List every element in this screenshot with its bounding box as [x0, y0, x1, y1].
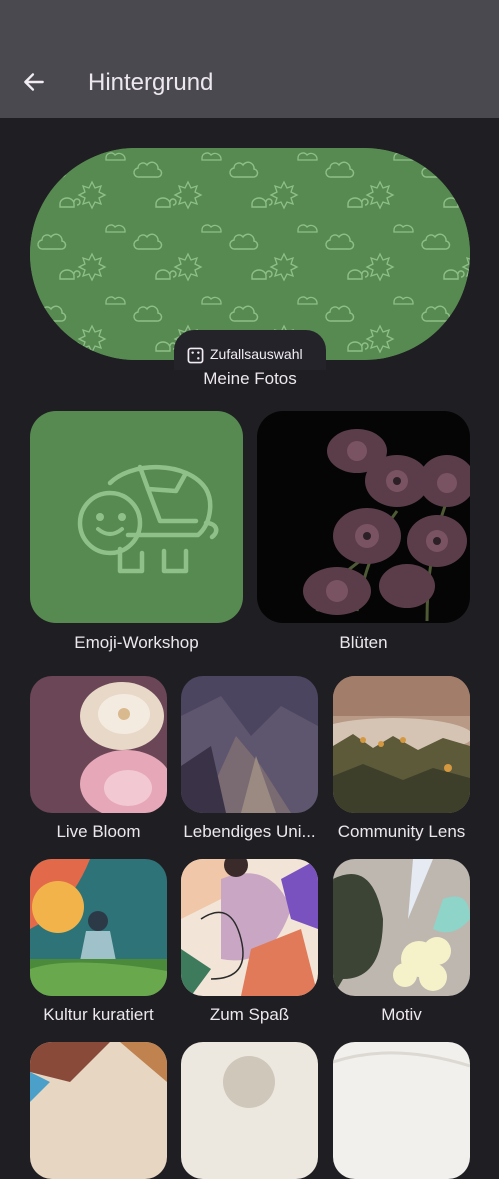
back-button[interactable]: [14, 62, 54, 102]
category-label-zum-spass: Zum Spaß: [209, 1005, 290, 1024]
status-bar: [0, 0, 499, 40]
category-label-community-lens: Community Lens: [337, 822, 466, 841]
category-tile-zum-spass[interactable]: [181, 859, 318, 996]
category-label-kultur-kuratiert: Kultur kuratiert: [43, 1005, 154, 1024]
category-tile-row4-1[interactable]: [30, 1042, 167, 1179]
app-bar: Hintergrund: [0, 40, 499, 118]
partial-image: [333, 1042, 470, 1179]
shuffle-chip[interactable]: Zufallsauswahl: [174, 330, 326, 370]
category-tile-live-bloom[interactable]: [30, 676, 167, 813]
painting-image: [30, 859, 167, 996]
arrow-back-icon: [24, 73, 44, 91]
turtle-emoji-image: [77, 464, 219, 574]
category-tile-row4-2[interactable]: [181, 1042, 318, 1179]
rock-image: [181, 676, 318, 813]
category-label-lebendiges-universum: Lebendiges Uni...: [183, 822, 316, 841]
partial-image: [181, 1042, 318, 1179]
category-tile-community-lens[interactable]: [333, 676, 470, 813]
flowers-image: [303, 429, 470, 622]
category-tile-kultur-kuratiert[interactable]: [30, 859, 167, 996]
my-photos-label: Meine Fotos: [203, 369, 297, 388]
motif-image: [333, 859, 470, 996]
bloom-image: [30, 676, 167, 813]
category-tile-motiv[interactable]: [333, 859, 470, 996]
abstract-collage-image: [181, 859, 318, 996]
category-tile-lebendiges-universum[interactable]: [181, 676, 318, 813]
my-photos-card[interactable]: [30, 148, 470, 360]
category-label-blueten: Blüten: [339, 633, 388, 652]
category-label-emoji-workshop: Emoji-Workshop: [74, 633, 199, 652]
category-tile-blueten[interactable]: [257, 411, 470, 623]
category-label-live-bloom: Live Bloom: [56, 822, 141, 841]
category-tile-emoji-workshop[interactable]: [30, 411, 243, 623]
category-tile-row4-3[interactable]: [333, 1042, 470, 1179]
page-title: Hintergrund: [88, 69, 214, 96]
dice-icon: [187, 347, 204, 364]
partial-image: [30, 1042, 167, 1179]
pattern-image: [30, 148, 470, 360]
shuffle-chip-label: Zufallsauswahl: [210, 346, 303, 362]
category-label-motiv: Motiv: [381, 1005, 422, 1024]
forest-fog-image: [333, 676, 470, 813]
